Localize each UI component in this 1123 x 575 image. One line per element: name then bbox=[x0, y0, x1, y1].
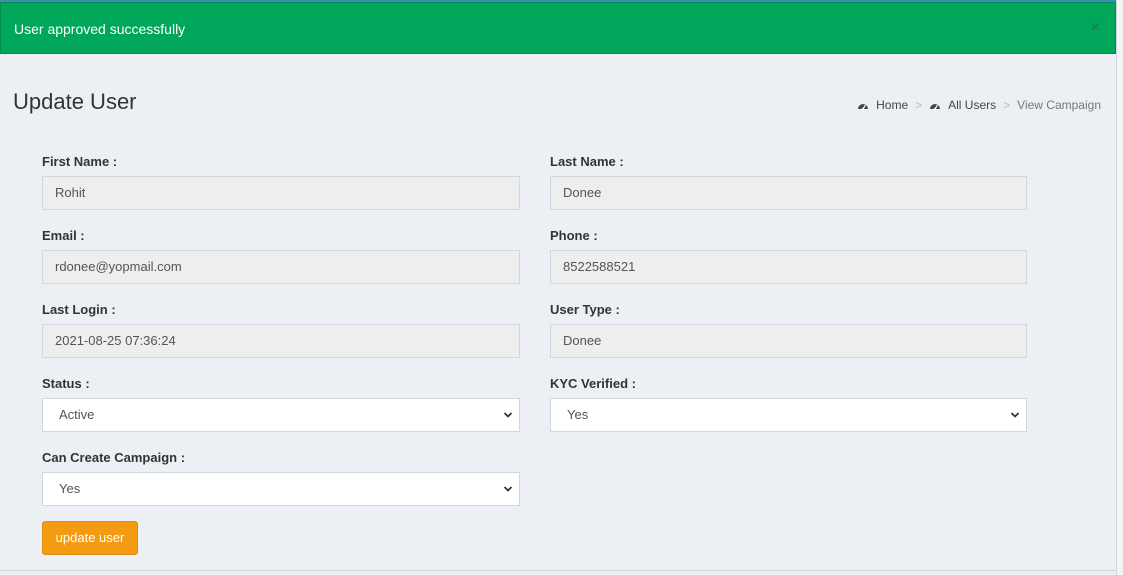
can-create-campaign-select[interactable]: Yes bbox=[42, 472, 520, 506]
update-user-button[interactable]: update user bbox=[42, 521, 138, 555]
first-name-field[interactable]: Rohit bbox=[42, 176, 520, 210]
success-alert: User approved successfully × bbox=[0, 2, 1116, 54]
breadcrumb-separator: > bbox=[1003, 98, 1011, 112]
page-title: Update User bbox=[13, 89, 137, 114]
last-login-field[interactable]: 2021-08-25 07:36:24 bbox=[42, 324, 520, 358]
can-create-selected-value: Yes bbox=[59, 481, 81, 496]
last-name-label: Last Name : bbox=[550, 154, 624, 169]
alert-message: User approved successfully bbox=[14, 21, 186, 37]
chevron-down-icon bbox=[503, 486, 513, 492]
email-field[interactable]: rdonee@yopmail.com bbox=[42, 250, 520, 284]
breadcrumb-home[interactable]: Home bbox=[857, 98, 908, 112]
right-scroll-edge bbox=[1116, 0, 1123, 575]
breadcrumb-all-users-label: All Users bbox=[948, 98, 997, 112]
email-label: Email : bbox=[42, 228, 85, 243]
kyc-selected-value: Yes bbox=[567, 407, 589, 422]
dashboard-icon bbox=[930, 103, 941, 111]
content-divider bbox=[0, 570, 1116, 571]
first-name-label: First Name : bbox=[42, 154, 118, 169]
breadcrumb-separator: > bbox=[915, 98, 923, 112]
user-type-field[interactable]: Donee bbox=[550, 324, 1027, 358]
chevron-down-icon bbox=[1010, 412, 1020, 418]
last-name-field[interactable]: Donee bbox=[550, 176, 1027, 210]
breadcrumb-home-label: Home bbox=[876, 98, 909, 112]
phone-label: Phone : bbox=[550, 228, 598, 243]
breadcrumb: Home > All Users > View Campaign bbox=[857, 98, 1101, 112]
user-type-label: User Type : bbox=[550, 302, 620, 317]
status-label: Status : bbox=[42, 376, 90, 391]
close-icon[interactable]: × bbox=[1091, 20, 1100, 36]
last-login-label: Last Login : bbox=[42, 302, 116, 317]
breadcrumb-all-users[interactable]: All Users bbox=[929, 98, 996, 112]
chevron-down-icon bbox=[503, 412, 513, 418]
phone-field[interactable]: 8522588521 bbox=[550, 250, 1027, 284]
status-selected-value: Active bbox=[59, 407, 95, 422]
can-create-campaign-label: Can Create Campaign : bbox=[42, 450, 186, 465]
dashboard-icon bbox=[858, 103, 869, 111]
breadcrumb-current: View Campaign bbox=[1017, 98, 1101, 112]
status-select[interactable]: Active bbox=[42, 398, 520, 432]
kyc-verified-label: KYC Verified : bbox=[550, 376, 636, 391]
kyc-verified-select[interactable]: Yes bbox=[550, 398, 1027, 432]
